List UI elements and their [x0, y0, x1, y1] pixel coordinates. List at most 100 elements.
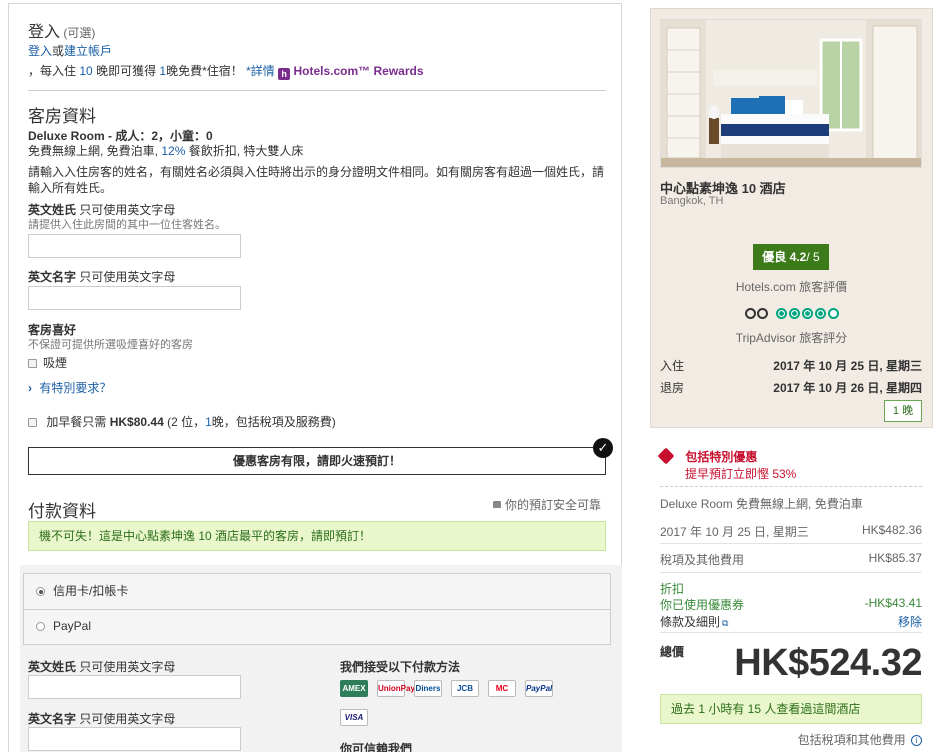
divider: [660, 543, 922, 544]
guest-surname-hint: 只可使用英文字母: [79, 203, 176, 217]
checkmark-icon: ✓: [593, 438, 613, 458]
total-value: HK$524.32: [734, 642, 922, 684]
summary-date-row: 2017 年 10 月 25 日, 星期三 HK$482.36: [660, 523, 922, 540]
lock-icon: [493, 501, 501, 508]
rewards-logo-icon: h: [278, 68, 291, 80]
terms-row: 條款及細則 ⧉ 移除: [660, 613, 922, 630]
card-given-label-row: 英文名字 只可使用英文字母: [28, 710, 175, 727]
remove-coupon-link[interactable]: 移除: [898, 613, 922, 630]
tag-icon: [657, 447, 675, 465]
external-link-icon: ⧉: [722, 618, 729, 628]
paypal-radio[interactable]: [36, 622, 45, 632]
summary-date: 2017 年 10 月 25 日, 星期三: [660, 525, 809, 539]
breakfast-checkbox[interactable]: [28, 418, 37, 428]
payment-option-card[interactable]: 信用卡/扣帳卡: [24, 574, 610, 610]
urgency-banner: 優惠客房有限，請即火速預訂！: [28, 447, 606, 475]
viewers-banner: 過去 1 小時有 15 人查看過這間酒店: [660, 694, 922, 724]
special-sub: 提早預訂立即慳 53%: [685, 467, 797, 481]
guest-given-hint: 只可使用英文字母: [79, 270, 176, 284]
discount-title: 折扣: [660, 582, 685, 596]
rewards-brand: Hotels.com™ Rewards: [293, 64, 424, 78]
checkin-row: 入住 2017 年 10 月 25 日, 星期三: [660, 357, 922, 374]
rewards-num: 10: [79, 64, 93, 78]
guest-surname-label: 英文姓氏: [28, 203, 77, 217]
secure-text: 你的預訂安全可靠: [505, 498, 602, 512]
checkin-label: 入住: [660, 359, 685, 373]
divider: [660, 632, 922, 633]
login-or: 或: [52, 44, 65, 58]
tripadvisor-owl-icon: [744, 307, 770, 321]
special-request-link[interactable]: 有特別要求？: [39, 381, 111, 395]
rewards-text: ，每入住: [28, 64, 77, 78]
payment-option-paypal[interactable]: PayPal: [24, 610, 610, 644]
checkout-row: 退房 2017 年 10 月 26 日, 星期四: [660, 379, 922, 396]
divider: [660, 486, 922, 487]
nights-badge: 1 晚: [884, 400, 922, 422]
card-radio[interactable]: [36, 587, 45, 597]
breakfast-text-c: 晚，包括稅項及服務費): [211, 415, 336, 429]
coupon-row: 你已使用優惠券 -HK$43.41: [660, 596, 922, 613]
card-surname-label-row: 英文姓氏 只可使用英文字母: [28, 658, 175, 675]
summary-tax-row: 稅項及其他費用 HK$85.37: [660, 551, 922, 568]
chevron-right-icon: ›: [28, 381, 32, 395]
mastercard-icon: MC: [488, 680, 516, 697]
special-deal: 包括特別優惠: [657, 447, 922, 465]
tax-price: HK$85.37: [868, 551, 922, 565]
smoking-checkbox[interactable]: [28, 359, 37, 369]
login-link[interactable]: 登入: [28, 44, 52, 58]
card-given-input[interactable]: [28, 727, 241, 751]
rewards-details-link[interactable]: *詳情: [246, 64, 275, 78]
amenities-pct: 12%: [161, 144, 186, 158]
info-icon[interactable]: i: [911, 735, 922, 747]
create-account-link[interactable]: 建立帳戶: [64, 44, 112, 58]
paypal-option-label: PayPal: [53, 619, 92, 633]
smoking-option[interactable]: 吸煙: [28, 354, 67, 371]
secure-note: 你的預訂安全可靠: [493, 496, 601, 513]
unionpay-icon: UnionPay: [377, 680, 415, 697]
guest-surname-input[interactable]: [28, 234, 241, 258]
tripadvisor-rating: [650, 306, 933, 321]
coupon-value: -HK$43.41: [864, 596, 922, 610]
tripadvisor-source: TripAdvisor 旅客評分: [735, 331, 848, 345]
breakfast-option[interactable]: 加早餐只需 HK$80.44 (2 位，1晚，包括稅項及服務費): [28, 413, 336, 430]
checkout-label: 退房: [660, 381, 685, 395]
card-surname-hint: 只可使用英文字母: [79, 660, 176, 674]
special-title: 包括特別優惠: [685, 450, 758, 464]
breakfast-price: HK$80.44: [109, 415, 164, 429]
divider: [660, 572, 922, 573]
hotel-location: Bangkok, TH: [660, 195, 724, 207]
incl-tax-row: 包括稅項和其他費用 i: [660, 731, 922, 748]
ta-circle-filled-icon: [801, 308, 813, 320]
rating-badge: 優良 4.2/ 5: [753, 244, 829, 270]
card-surname-input[interactable]: [28, 675, 241, 699]
promo-banner: 機不可失！這是中心點素坤逸 10 酒店最平的客房，請即預訂！: [28, 521, 606, 551]
rating-word: 優良: [762, 250, 787, 264]
login-optional: (可選): [63, 26, 96, 40]
booking-summary: 中心點素坤逸 10 酒店 Bangkok, TH 優良 4.2/ 5 Hotel…: [650, 8, 933, 752]
checkout-value: 2017 年 10 月 26 日, 星期四: [773, 381, 922, 395]
tripadvisor-circles: [774, 306, 839, 320]
breakfast-text-a: 加早餐只需: [46, 415, 107, 429]
guest-given-label-row: 英文名字 只可使用英文字母: [28, 268, 175, 285]
breakfast-text-b: (2 位，: [167, 415, 206, 429]
rewards-text-suffix: 晚免費*住宿！: [166, 64, 243, 78]
rating-value: 4.2: [789, 250, 807, 264]
ta-circle-filled-icon: [775, 308, 787, 320]
terms-link[interactable]: 條款及細則: [660, 615, 720, 629]
room-section-title: 客房資料: [28, 107, 96, 126]
hotel-photo: [660, 19, 922, 168]
special-request-toggle[interactable]: › 有特別要求？: [28, 379, 111, 396]
guest-name-notice: 請輸入入住房客的姓名，有關姓名必須與入住時將出示的身分證明文件相同。如有關房客有…: [28, 165, 605, 195]
guest-given-label: 英文名字: [28, 270, 77, 284]
login-links: 登入或建立帳戶: [28, 42, 112, 59]
summary-date-price: HK$482.36: [861, 523, 922, 537]
summary-room-line: Deluxe Room 免費無線上網, 免費泊車: [660, 497, 863, 511]
diners-icon: Diners: [414, 680, 442, 697]
card-option-label: 信用卡/扣帳卡: [53, 584, 129, 598]
guest-given-input[interactable]: [28, 286, 241, 310]
divider: [28, 90, 606, 91]
card-given-label: 英文名字: [28, 712, 77, 726]
jcb-icon: JCB: [451, 680, 479, 697]
rewards-line: ，每入住 10 晚即可獲得 1晚免費*住宿！ *詳情 h Hotels.com™…: [28, 62, 424, 80]
trust-title: 你可信賴我們: [340, 742, 413, 752]
